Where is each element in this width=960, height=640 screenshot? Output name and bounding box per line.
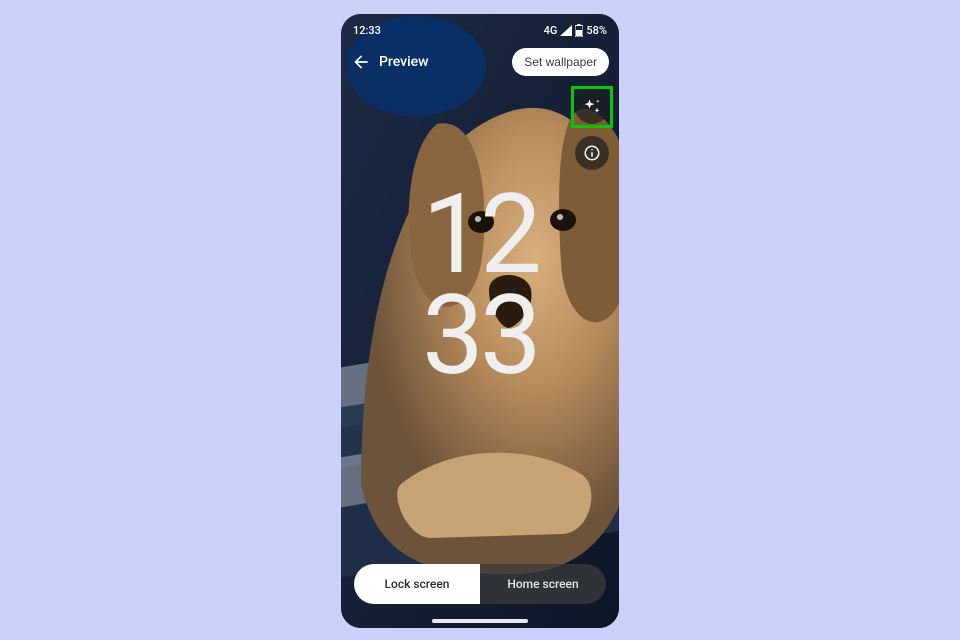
network-label: 4G bbox=[544, 24, 558, 37]
toolbar: Preview Set wallpaper bbox=[341, 42, 619, 82]
effects-button[interactable] bbox=[575, 90, 609, 124]
sparkle-icon bbox=[582, 97, 602, 117]
back-button[interactable] bbox=[349, 50, 373, 74]
arrow-back-icon bbox=[351, 52, 371, 72]
set-wallpaper-button[interactable]: Set wallpaper bbox=[512, 48, 609, 76]
gesture-bar bbox=[432, 619, 528, 623]
page-title: Preview bbox=[379, 54, 429, 70]
battery-pct: 58% bbox=[586, 24, 607, 37]
tutorial-slide: 12:33 4G 58% Preview Set wallpaper bbox=[0, 0, 960, 640]
status-bar: 12:33 4G 58% bbox=[341, 14, 619, 42]
info-button[interactable] bbox=[575, 136, 609, 170]
status-time: 12:33 bbox=[353, 24, 381, 37]
tab-lock-screen[interactable]: Lock screen bbox=[354, 564, 480, 604]
tab-home-screen[interactable]: Home screen bbox=[480, 564, 606, 604]
side-action-column bbox=[575, 90, 609, 170]
battery-icon bbox=[575, 24, 583, 37]
signal-icon bbox=[560, 25, 572, 36]
status-right: 4G 58% bbox=[544, 24, 607, 37]
phone-frame: 12:33 4G 58% Preview Set wallpaper bbox=[341, 14, 619, 628]
info-icon bbox=[583, 144, 601, 162]
preview-tabs: Lock screen Home screen bbox=[354, 564, 606, 604]
toolbar-left: Preview bbox=[349, 50, 429, 74]
